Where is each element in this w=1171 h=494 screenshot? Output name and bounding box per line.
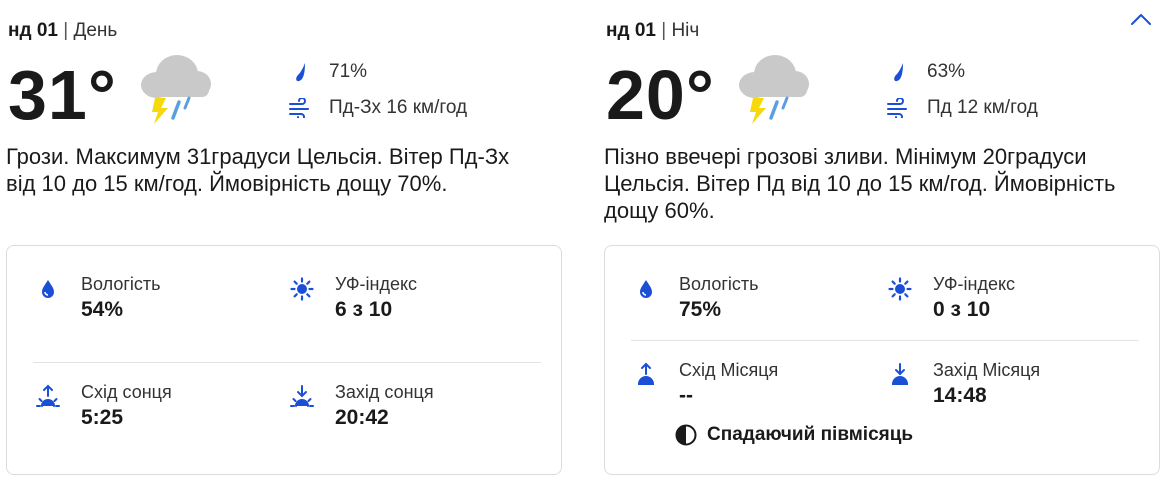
moonrise-label: Схід Місяця (679, 360, 779, 380)
half-moon-icon (675, 424, 697, 446)
humidity-drop-icon (633, 276, 659, 302)
collapse-chevron-up-icon[interactable] (1128, 6, 1154, 32)
night-details-card: Вологість 75% УФ-індекс 0 з 10 Схід Міся… (604, 245, 1160, 475)
humidity-label: Вологість (679, 274, 759, 294)
uv-value: 6 з 10 (335, 298, 393, 321)
sunset-label: Захід сонця (335, 382, 434, 402)
night-wind-value: Пд 12 км/год (927, 97, 1038, 118)
moon-phase-label: Спадаючий півмісяць (707, 424, 914, 445)
night-wind: Пд 12 км/год (885, 95, 1038, 121)
sun-icon (887, 276, 913, 302)
humidity-drop-icon (35, 276, 61, 302)
raindrop-icon (885, 59, 911, 85)
night-description: Пізно ввечері грозові зливи. Мінімум 20г… (604, 144, 1116, 223)
moonrise-icon (633, 362, 659, 388)
moonrise-value: -- (679, 384, 693, 407)
uv-label: УФ-індекс (335, 274, 418, 294)
night-temperature: 20° (606, 56, 715, 134)
humidity-value: 75% (679, 298, 722, 321)
thunderstorm-cloud-icon (135, 52, 215, 128)
day-temperature: 31° (8, 56, 117, 134)
night-date: нд 01 (606, 20, 656, 41)
night-forecast-panel: нд 01 | Ніч 20° 63% Пд 12 км/год Пізно в… (598, 0, 1168, 494)
day-precip: 71% (287, 59, 367, 85)
sun-icon (289, 276, 315, 302)
sunrise-icon (35, 384, 61, 410)
moonset-label: Захід Місяця (933, 360, 1041, 380)
moon-phase: Спадаючий півмісяць (675, 424, 913, 446)
day-header: нд 01 | День (8, 20, 117, 42)
night-precip: 63% (885, 59, 965, 85)
header-separator: | (63, 20, 69, 41)
sunrise-value: 5:25 (81, 406, 124, 429)
uv-value: 0 з 10 (933, 298, 991, 321)
moonset-value: 14:48 (933, 384, 987, 407)
humidity-value: 54% (81, 298, 124, 321)
day-details-card: Вологість 54% УФ-індекс 6 з 10 Схід сонц… (6, 245, 562, 475)
day-description: Грози. Максимум 31градуси Цельсія. Вітер… (6, 144, 510, 196)
wind-icon (287, 95, 313, 121)
day-wind: Пд-Зх 16 км/год (287, 95, 467, 121)
header-separator: | (661, 20, 667, 41)
humidity-label: Вологість (81, 274, 161, 294)
wind-icon (885, 95, 911, 121)
card-divider (631, 340, 1139, 341)
uv-label: УФ-індекс (933, 274, 1016, 294)
day-precip-value: 71% (329, 61, 368, 82)
night-precip-value: 63% (927, 61, 966, 82)
night-header: нд 01 | Ніч (606, 20, 699, 42)
day-forecast-panel: нд 01 | День 31° 71% Пд-Зх 16 км/год Гро… (0, 0, 570, 494)
day-date: нд 01 (8, 20, 58, 41)
day-period: День (73, 20, 118, 41)
moonset-icon (887, 362, 913, 388)
thunderstorm-cloud-icon (733, 52, 813, 128)
sunset-icon (289, 384, 315, 410)
card-divider (33, 362, 541, 363)
raindrop-icon (287, 59, 313, 85)
day-wind-value: Пд-Зх 16 км/год (329, 97, 468, 118)
sunset-value: 20:42 (335, 406, 389, 429)
sunrise-label: Схід сонця (81, 382, 172, 402)
night-period: Ніч (671, 20, 700, 41)
